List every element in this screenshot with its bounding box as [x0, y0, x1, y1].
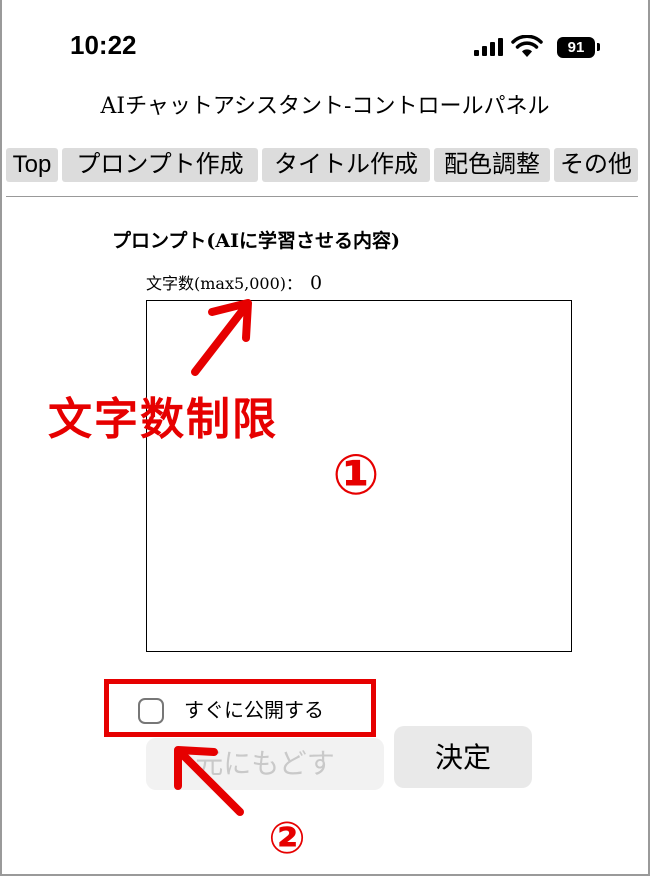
arrow-up-publish-checkbox [174, 746, 244, 816]
annotation-arrows [174, 299, 252, 816]
arrow-up-char-count [191, 299, 252, 376]
